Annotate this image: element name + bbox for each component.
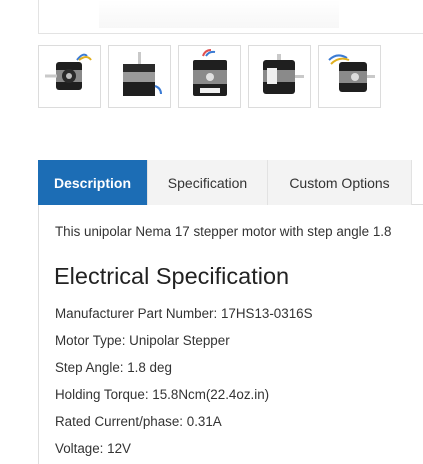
thumbnail-5[interactable] <box>318 45 381 108</box>
stepper-motor-shaft-up-view-icon <box>123 52 162 96</box>
main-image-placeholder <box>99 0 339 28</box>
spec-line-holding-torque: Holding Torque: 15.8Ncm(22.4oz.in) <box>55 387 270 402</box>
description-panel: This unipolar Nema 17 stepper motor with… <box>38 205 423 464</box>
electrical-spec-heading: Electrical Specification <box>54 263 290 289</box>
thumbnail-1[interactable] <box>38 45 101 108</box>
tab-custom-options[interactable]: Custom Options <box>268 160 412 205</box>
spec-line-part-number: Manufacturer Part Number: 17HS13-0316S <box>55 306 313 321</box>
thumbnail-3[interactable] <box>178 45 241 108</box>
thumbnail-4[interactable] <box>248 45 311 108</box>
stepper-motor-angled-view-icon <box>328 54 375 92</box>
stepper-motor-front-view-icon <box>45 53 92 90</box>
stepper-motor-side-view-icon <box>263 54 304 94</box>
description-intro: This unipolar Nema 17 stepper motor with… <box>55 224 392 239</box>
spec-line-voltage: Voltage: 12V <box>55 441 131 456</box>
spec-line-rated-current: Rated Current/phase: 0.31A <box>55 414 222 429</box>
spec-line-motor-type: Motor Type: Unipolar Stepper <box>55 333 230 348</box>
tab-specification[interactable]: Specification <box>148 160 268 205</box>
spec-line-step-angle: Step Angle: 1.8 deg <box>55 360 172 375</box>
main-image-frame <box>38 0 423 34</box>
tab-description[interactable]: Description <box>38 160 148 205</box>
product-tabs: Description Specification Custom Options <box>38 160 423 205</box>
thumbnail-2[interactable] <box>108 45 171 108</box>
stepper-motor-connector-view-icon <box>193 49 227 96</box>
